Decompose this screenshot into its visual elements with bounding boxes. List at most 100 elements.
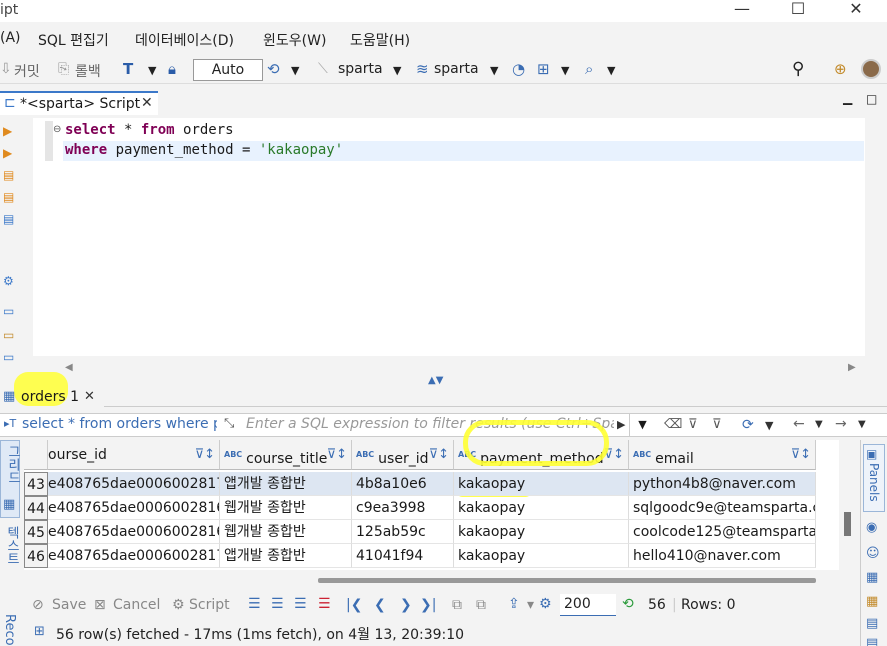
explain-plan-icon[interactable]: ▤: [3, 212, 14, 226]
grid-corner[interactable]: [24, 440, 48, 470]
menu-item-a[interactable]: (A): [0, 30, 21, 46]
lock-icon[interactable]: 🔒︎: [168, 60, 176, 78]
query-preview[interactable]: select * from orders where p: [22, 416, 217, 432]
schema-selector[interactable]: sparta: [434, 61, 479, 77]
script-button[interactable]: Script: [189, 597, 230, 613]
maximize-editor-icon[interactable]: □: [866, 92, 877, 106]
grid-horizontal-scrollbar[interactable]: [48, 576, 840, 586]
cell-course-id[interactable]: e408765dae0006002816: [48, 496, 220, 520]
minimize-editor-icon[interactable]: ▁: [843, 91, 852, 105]
cell-payment-method[interactable]: kakaopay: [454, 520, 629, 544]
column-header-course-id[interactable]: ourse_id ⊽↕: [48, 440, 220, 470]
forward-icon[interactable]: →: [835, 416, 847, 432]
execute-script-icon[interactable]: ▤: [3, 168, 14, 182]
maximize-button[interactable]: ☐: [776, 0, 820, 20]
edit-row-icon[interactable]: ☰: [248, 596, 261, 612]
execute-script-new-tab-icon[interactable]: ▤: [3, 190, 14, 204]
view-grid-tab[interactable]: 그리드 ▦: [0, 440, 20, 518]
cell-payment-method[interactable]: kakaopay: [454, 544, 629, 568]
cell-user-id[interactable]: 4b8a10e6: [352, 472, 454, 496]
transaction-mode-icon[interactable]: T: [123, 60, 133, 78]
cell-user-id[interactable]: 125ab59c: [352, 520, 454, 544]
chevron-down-icon[interactable]: ▼: [815, 419, 823, 430]
column-filter-icon[interactable]: ⊽↕: [327, 440, 347, 469]
export-icon[interactable]: ▭: [3, 304, 14, 318]
menu-item-window[interactable]: 윈도우(W): [263, 30, 326, 50]
cell-course-id[interactable]: e408765dae0006002817: [48, 472, 220, 496]
close-icon[interactable]: ✕: [84, 389, 95, 404]
cell-course-title[interactable]: 웹개발 종합반: [220, 520, 352, 544]
menu-item-help[interactable]: 도움말(H): [350, 30, 410, 50]
load-script-icon[interactable]: ▭: [3, 328, 14, 342]
commit-button[interactable]: 커밋: [14, 61, 40, 81]
cancel-button[interactable]: Cancel: [113, 597, 160, 613]
fold-icon[interactable]: ⊖: [53, 124, 61, 135]
fetch-all-icon[interactable]: ⧉: [476, 597, 486, 613]
row-number[interactable]: 43: [24, 472, 48, 496]
chevron-down-icon[interactable]: ▼: [561, 64, 569, 77]
view-record-tab[interactable]: Record: [0, 610, 20, 646]
tab-orders-result[interactable]: orders 1: [21, 389, 79, 405]
save-button[interactable]: Save: [52, 597, 86, 613]
cell-course-title[interactable]: 앱개발 종합반: [220, 544, 352, 568]
tab-script[interactable]: ⊏ *<sparta> Script ✕: [0, 91, 158, 115]
row-number[interactable]: 45: [24, 520, 48, 544]
refresh-icon[interactable]: ⟲: [622, 596, 634, 612]
connection-selector[interactable]: sparta: [338, 61, 383, 77]
cell-email[interactable]: hello410@naver.com: [629, 544, 816, 568]
export-icon[interactable]: ⇪: [508, 596, 520, 612]
last-page-icon[interactable]: ❯|: [420, 597, 436, 613]
menu-item-sql-editor[interactable]: SQL 편집기: [38, 30, 109, 50]
scroll-left-icon[interactable]: ◀: [65, 362, 73, 373]
row-number[interactable]: 46: [24, 544, 48, 568]
cell-email[interactable]: coolcode125@teamsparta.c: [629, 520, 816, 544]
properties-icon[interactable]: ◉: [866, 520, 877, 535]
prev-page-icon[interactable]: ❮: [374, 597, 386, 613]
chevron-down-icon[interactable]: ▾: [527, 597, 534, 613]
cell-course-title[interactable]: 앱개발 종합반: [220, 472, 352, 496]
rollback-button[interactable]: 롤백: [75, 61, 101, 81]
next-page-icon[interactable]: ❯: [400, 597, 412, 613]
grouping-icon[interactable]: ▦: [866, 594, 878, 609]
first-page-icon[interactable]: |❮: [346, 597, 362, 613]
add-row-icon[interactable]: ☰: [271, 596, 284, 612]
close-window-button[interactable]: ✕: [834, 0, 878, 20]
filter-apply-icon[interactable]: ▶: [617, 418, 625, 431]
calculator-icon[interactable]: ▦: [866, 570, 878, 585]
row-number[interactable]: 44: [24, 496, 48, 520]
back-icon[interactable]: ←: [793, 416, 805, 432]
execute-statement-icon[interactable]: ▶: [3, 124, 12, 138]
copy-row-icon[interactable]: ☰: [294, 596, 307, 612]
cell-email[interactable]: python4b8@naver.com: [629, 472, 816, 496]
fetch-next-icon[interactable]: ⧉: [452, 597, 462, 613]
scroll-right-icon[interactable]: ▶: [848, 362, 856, 373]
column-filter-icon[interactable]: ⊽↕: [791, 440, 811, 469]
network-icon[interactable]: ⊞: [537, 60, 550, 78]
global-search-icon[interactable]: ⚲: [792, 59, 804, 79]
fetch-size-input[interactable]: 200: [560, 594, 616, 616]
cell-course-title[interactable]: 웹개발 종합반: [220, 496, 352, 520]
dashboard-icon[interactable]: ◔: [512, 60, 525, 78]
filter-icon[interactable]: ⊽: [688, 417, 698, 432]
settings-icon[interactable]: ⚙: [3, 274, 14, 288]
column-filter-icon[interactable]: ⊽↕: [195, 440, 215, 469]
cell-course-id[interactable]: e408765dae0006002817: [48, 544, 220, 568]
column-header-user-id[interactable]: ABC user_id ⊽↕: [352, 440, 454, 470]
open-perspective-icon[interactable]: ⊕: [834, 60, 847, 78]
menu-item-database[interactable]: 데이터베이스(D): [135, 30, 234, 50]
chevron-down-icon[interactable]: ▼: [607, 64, 615, 77]
auto-commit-field[interactable]: Auto: [193, 59, 263, 81]
column-header-course-title[interactable]: ABC course_title ⊽↕: [220, 440, 352, 470]
references-icon[interactable]: ▤: [866, 616, 878, 631]
chevron-down-icon[interactable]: ▼: [291, 64, 299, 77]
value-viewer-icon[interactable]: ▤: [866, 636, 878, 646]
filter-history-dropdown[interactable]: ▼: [629, 414, 655, 436]
view-text-tab[interactable]: 텍스트: [0, 522, 20, 600]
cell-payment-method[interactable]: kakaopay: [454, 472, 629, 496]
metadata-icon[interactable]: ☺: [866, 546, 880, 561]
settings-icon[interactable]: ⚙: [539, 596, 552, 612]
scrollbar-thumb[interactable]: [318, 578, 816, 583]
filter-settings-icon[interactable]: ⊽: [712, 417, 722, 432]
column-filter-icon[interactable]: ⊽↕: [429, 440, 449, 469]
grid-vertical-scrollbar-thumb[interactable]: [844, 512, 851, 536]
